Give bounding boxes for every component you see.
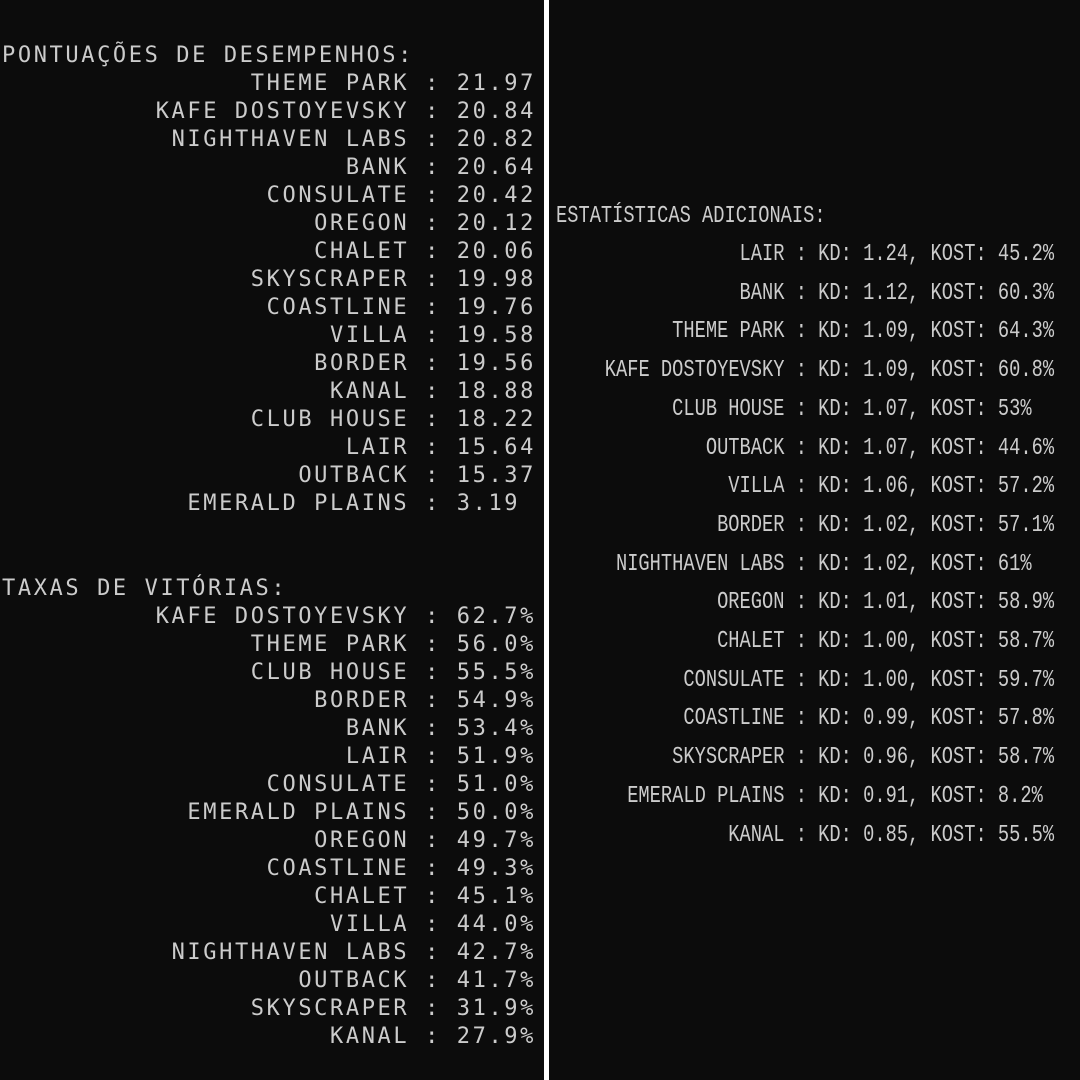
performance-score-row: CONSULATE : 20.42 xyxy=(266,183,536,208)
win-rate-row: THEME PARK : 56.0% xyxy=(250,632,536,657)
performance-score-row: SKYSCRAPER : 19.98 xyxy=(250,267,536,292)
performance-score-row: COASTLINE : 19.76 xyxy=(266,295,536,320)
win-rate-row: CHALET : 45.1% xyxy=(314,884,536,909)
performance-score-row: BANK : 20.64 xyxy=(345,155,536,180)
additional-stat-row: NIGHTHAVEN LABS : KD: 1.02, KOST: 61% xyxy=(615,550,1054,578)
additional-stat-row: COASTLINE : KD: 0.99, KOST: 57.8% xyxy=(683,705,1054,733)
win-rate-row: KANAL : 27.9% xyxy=(330,1024,536,1049)
win-rate-row: NIGHTHAVEN LABS : 42.7% xyxy=(171,940,536,965)
win-rate-row: BANK : 53.4% xyxy=(345,716,536,741)
win-rates-list: KAFE DOSTOYEVSKY : 62.7% THEME PARK : 56.… xyxy=(156,603,536,1051)
performance-score-row: OREGON : 20.12 xyxy=(314,211,536,236)
additional-stats-list: LAIR : KD: 1.24, KOST: 45.2% BANK : KD: 1… xyxy=(605,236,1054,855)
win-rate-row: BORDER : 54.9% xyxy=(314,688,536,713)
win-rate-row: OREGON : 49.7% xyxy=(314,828,536,853)
left-console-panel: PONTUAÇÕES DE DESEMPENHOS: THEME PARK : … xyxy=(0,0,544,1080)
win-rate-row: EMERALD PLAINS : 50.0% xyxy=(187,800,536,825)
performance-score-row: NIGHTHAVEN LABS : 20.82 xyxy=(171,127,536,152)
performance-score-row: VILLA : 19.58 xyxy=(330,323,536,348)
additional-stat-row: OREGON : KD: 1.01, KOST: 58.9% xyxy=(716,589,1054,617)
additional-stat-row: THEME PARK : KD: 1.09, KOST: 64.3% xyxy=(672,318,1054,346)
additional-stat-row: BORDER : KD: 1.02, KOST: 57.1% xyxy=(716,511,1054,539)
performance-score-row: BORDER : 19.56 xyxy=(314,351,536,376)
win-rate-row: KAFE DOSTOYEVSKY : 62.7% xyxy=(155,604,536,629)
performance-score-row: EMERALD PLAINS : 3.19 xyxy=(187,491,536,516)
performance-score-row: OUTBACK : 15.37 xyxy=(298,463,536,488)
performance-score-row: LAIR : 15.64 xyxy=(345,435,536,460)
win-rate-row: LAIR : 51.9% xyxy=(345,744,536,769)
additional-stat-row: VILLA : KD: 1.06, KOST: 57.2% xyxy=(728,473,1054,501)
additional-stat-row: SKYSCRAPER : KD: 0.96, KOST: 58.7% xyxy=(672,744,1054,772)
additional-stat-row: KANAL : KD: 0.85, KOST: 55.5% xyxy=(728,821,1054,849)
win-rate-row: OUTBACK : 41.7% xyxy=(298,968,536,993)
additional-stat-row: CHALET : KD: 1.00, KOST: 58.7% xyxy=(716,628,1054,656)
win-rate-row: SKYSCRAPER : 31.9% xyxy=(250,996,536,1021)
additional-stat-row: EMERALD PLAINS : KD: 0.91, KOST: 8.2% xyxy=(627,782,1054,810)
additional-stat-row: KAFE DOSTOYEVSKY : KD: 1.09, KOST: 60.8% xyxy=(604,357,1054,385)
additional-stats-title: ESTATÍSTICAS ADICIONAIS: xyxy=(556,203,826,230)
win-rate-row: COASTLINE : 49.3% xyxy=(266,856,536,881)
additional-stat-row: LAIR : KD: 1.24, KOST: 45.2% xyxy=(739,241,1054,268)
additional-stat-row: BANK : KD: 1.12, KOST: 60.3% xyxy=(739,279,1054,307)
performance-scores-title: PONTUAÇÕES DE DESEMPENHOS: xyxy=(2,43,414,68)
win-rates-title: TAXAS DE VITÓRIAS: xyxy=(2,576,288,601)
performance-score-row: KANAL : 18.88 xyxy=(330,379,536,404)
performance-score-row: CLUB HOUSE : 18.22 xyxy=(250,407,536,432)
additional-stat-row: CONSULATE : KD: 1.00, KOST: 59.7% xyxy=(683,666,1054,694)
performance-score-row: CHALET : 20.06 xyxy=(314,239,536,264)
additional-stat-row: CLUB HOUSE : KD: 1.07, KOST: 53% xyxy=(672,395,1054,423)
win-rate-row: CLUB HOUSE : 55.5% xyxy=(250,660,536,685)
performance-score-row: KAFE DOSTOYEVSKY : 20.84 xyxy=(155,99,536,124)
performance-scores-list: THEME PARK : 21.97 KAFE DOSTOYEVSKY : 20.… xyxy=(156,70,536,518)
win-rate-row: CONSULATE : 51.0% xyxy=(266,772,536,797)
win-rate-row: VILLA : 44.0% xyxy=(330,912,536,937)
right-console-panel: ESTATÍSTICAS ADICIONAIS: LAIR : KD: 1.24… xyxy=(549,0,1080,1080)
performance-score-row: THEME PARK : 21.97 xyxy=(250,71,536,96)
additional-stat-row: OUTBACK : KD: 1.07, KOST: 44.6% xyxy=(705,434,1054,462)
